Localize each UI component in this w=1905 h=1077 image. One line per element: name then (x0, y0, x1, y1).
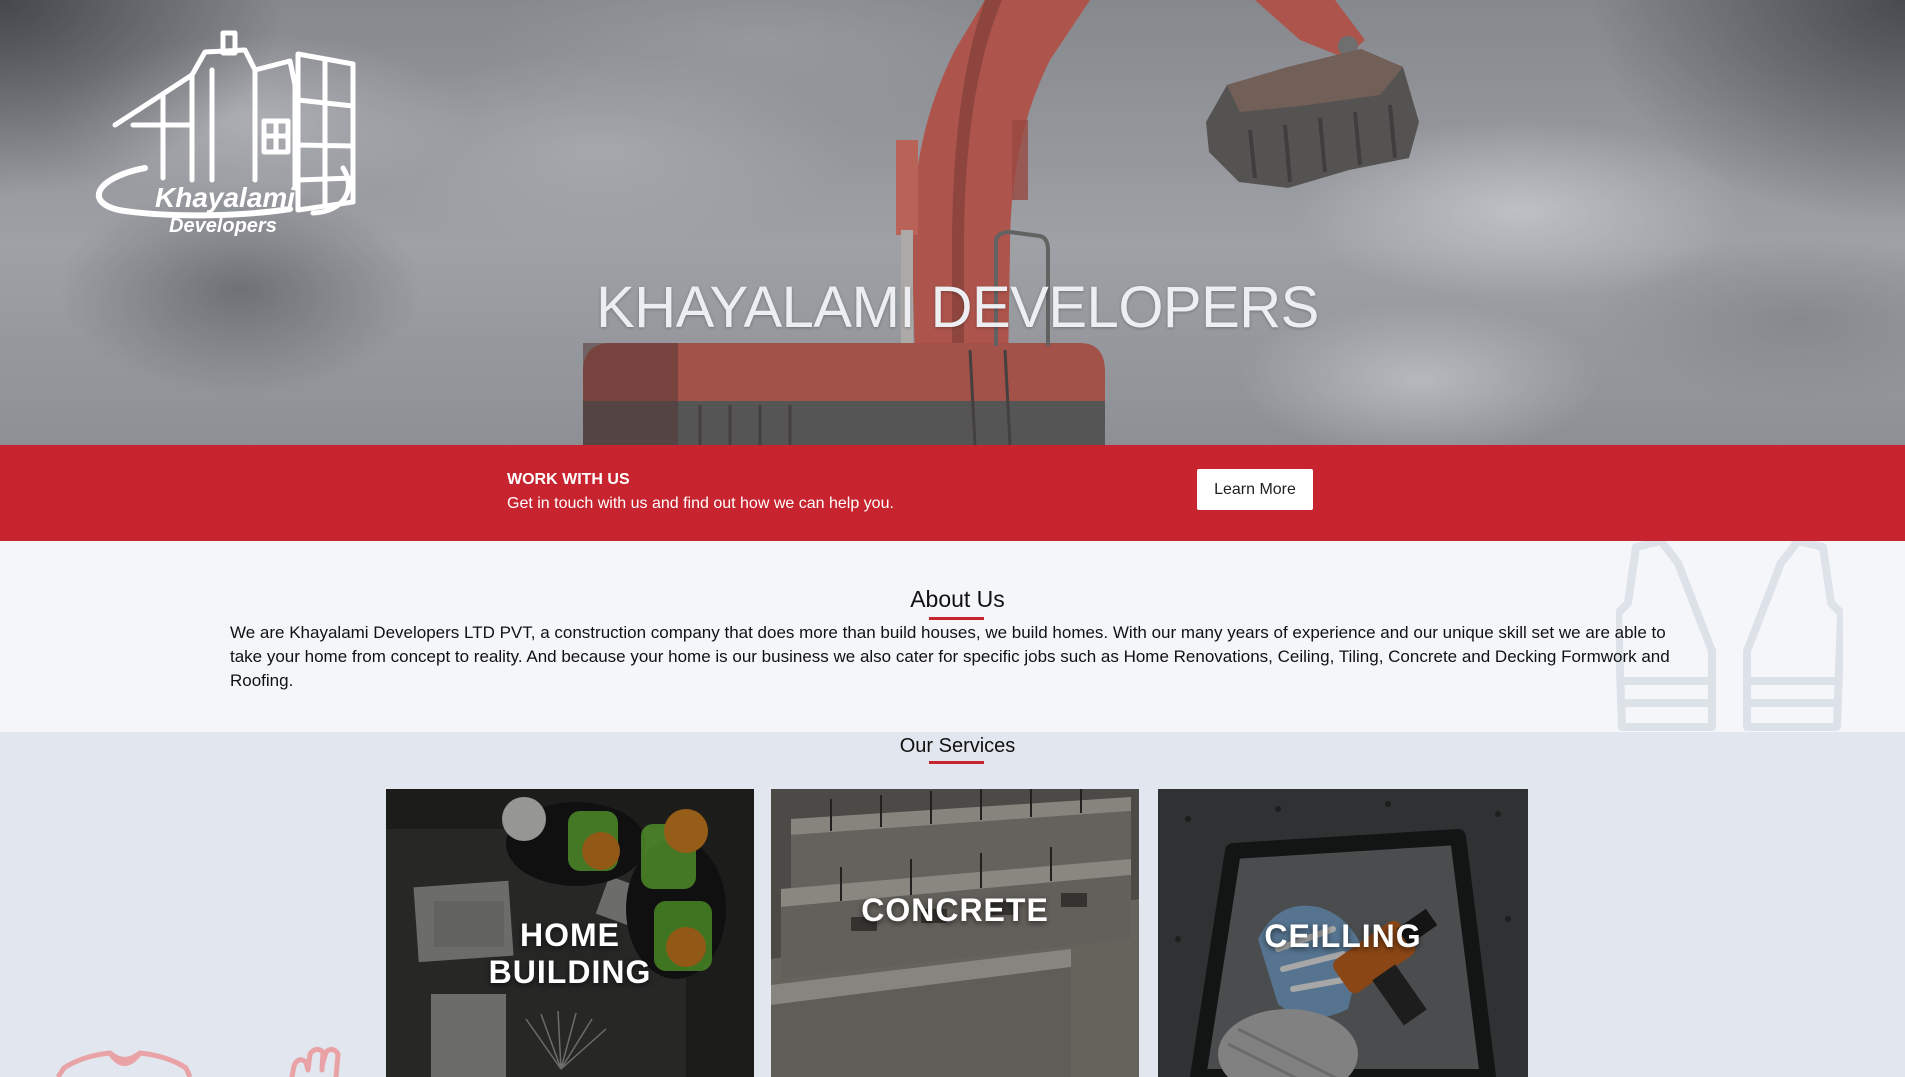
about-heading-underline (929, 617, 984, 620)
about-section: About Us We are Khayalami Developers LTD… (0, 541, 1905, 732)
service-card-photo (771, 789, 1139, 1077)
about-paragraph: We are Khayalami Developers LTD PVT, a c… (230, 623, 1670, 690)
cta-heading: WORK WITH US (507, 471, 630, 488)
shirt-icon (55, 1050, 193, 1077)
services-heading: Our Services (899, 735, 1016, 757)
hero-banner: Khayalami Developers KHAYALAMI DEVELOPER… (0, 0, 1905, 445)
about-heading: About Us (910, 586, 1005, 612)
services-heading-underline (929, 761, 984, 764)
company-logo[interactable]: Khayalami Developers (85, 30, 358, 237)
cta-description: Get in touch with us and find out how we… (507, 495, 894, 512)
decorative-icons (55, 1046, 341, 1077)
work-with-us-band: WORK WITH US Get in touch with us and fi… (0, 445, 1905, 541)
logo-wordmark-line2: Developers (169, 215, 277, 237)
learn-more-button[interactable]: Learn More (1197, 469, 1313, 510)
service-card-label: CONCRETE (861, 892, 1049, 928)
service-card-label: HOME BUILDING (488, 917, 652, 990)
hero-title: KHAYALAMI DEVELOPERS (596, 275, 1319, 340)
logo-wordmark-line1: Khayalami (155, 182, 296, 213)
service-card-home-building[interactable]: HOME BUILDING (386, 789, 754, 1077)
service-card-ceilling[interactable]: CEILLING (1158, 789, 1528, 1077)
logo-house-icon: Khayalami Developers (95, 30, 356, 237)
cta-text-block: WORK WITH US Get in touch with us and fi… (507, 468, 894, 516)
service-card-concrete[interactable]: CONCRETE (771, 789, 1139, 1077)
glove-icon (289, 1046, 341, 1077)
service-card-label: CEILLING (1264, 918, 1422, 954)
